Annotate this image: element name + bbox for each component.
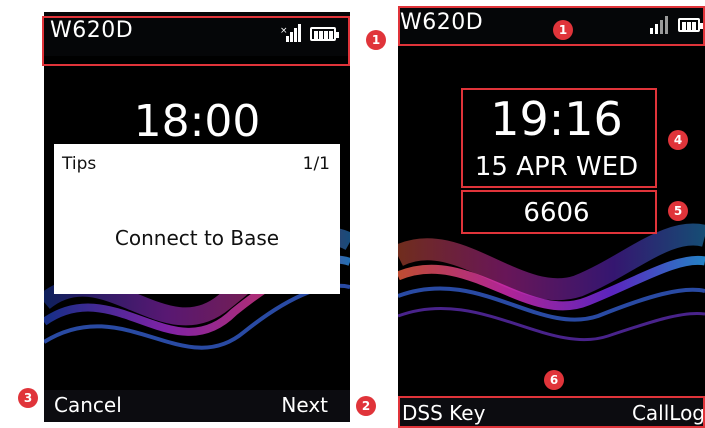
status-bar-callout-box <box>42 16 350 66</box>
callout-badge-1: 1 <box>553 20 573 40</box>
callout-badge-3: 3 <box>18 388 38 408</box>
softkey-bar: Cancel Next <box>44 390 350 422</box>
softkey-bar-callout-box <box>398 396 705 428</box>
extension-callout-box <box>461 190 657 234</box>
status-bar-callout-box <box>398 6 705 46</box>
next-softkey[interactable]: Next <box>281 393 328 417</box>
callout-badge-5: 5 <box>668 201 688 221</box>
time-date-callout-box <box>461 88 657 188</box>
idle-clock: 18:00 <box>133 96 261 147</box>
callout-badge-4: 4 <box>668 130 688 150</box>
cancel-softkey[interactable]: Cancel <box>54 393 122 417</box>
tips-page-indicator: 1/1 <box>302 154 330 174</box>
callout-badge-6: 6 <box>544 370 564 390</box>
callout-badge-1: 1 <box>366 30 386 50</box>
tips-message: Connect to Base <box>114 226 280 250</box>
left-handset-screen: W620D × 18:00 Tips 1/1 Connect to Base C… <box>44 12 350 422</box>
tips-dialog: Tips 1/1 Connect to Base <box>54 144 340 294</box>
callout-badge-2: 2 <box>356 396 376 416</box>
tips-title: Tips <box>62 154 97 174</box>
